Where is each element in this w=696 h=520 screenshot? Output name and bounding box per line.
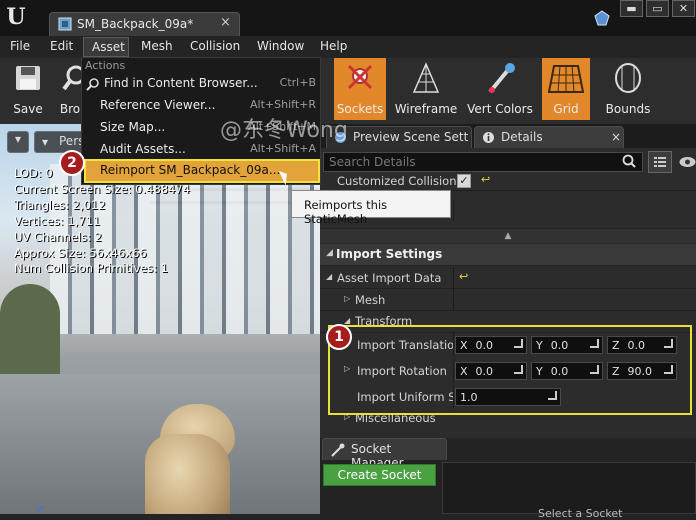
menu-bar: File Edit Asset Mesh Collision Window He… — [0, 36, 696, 58]
wireframe-icon — [412, 62, 440, 93]
maximize-button[interactable]: ▭ — [646, 0, 669, 17]
vert-colors-button[interactable]: Vert Colors — [464, 58, 536, 120]
search-icon[interactable] — [622, 154, 636, 168]
stat-line: Approx Size: 56x46x66 — [14, 245, 147, 260]
bounds-icon — [615, 63, 641, 93]
wireframe-button[interactable]: Wireframe — [394, 58, 458, 120]
title-bar: U SM_Backpack_09a* × ▬ ▭ ✕ — [0, 0, 696, 36]
step-badge-1: 1 — [326, 324, 352, 350]
column-divider — [453, 267, 454, 289]
chevron-down-icon: ▾ — [42, 135, 49, 149]
collapse-advanced-icon[interactable]: ▲ — [320, 229, 696, 243]
grid-label: Grid — [553, 102, 579, 116]
info-icon — [483, 132, 494, 143]
property-label: Mesh — [355, 293, 386, 307]
tab-label: Preview Scene Sett — [353, 130, 469, 144]
reset-to-default-icon[interactable]: ↩ — [459, 270, 468, 283]
menu-item-label: Reference Viewer... — [100, 98, 216, 112]
magnifier-icon — [86, 78, 99, 91]
customized-collision-checkbox[interactable]: ✓ — [457, 174, 471, 188]
browse-label: Bro — [59, 102, 81, 116]
chevron-down-icon: ▾ — [14, 132, 22, 146]
document-tab[interactable]: SM_Backpack_09a* × — [49, 12, 240, 36]
toolbar-right: Sockets Wireframe Vert Colors Grid Bound… — [320, 58, 696, 124]
save-label: Save — [13, 102, 43, 116]
panel-tab-bar: Preview Scene Sett Details × — [320, 124, 696, 148]
customized-collision-row: Customized Collision ✓ ↩ — [320, 171, 696, 191]
import-settings-header[interactable]: ◢ Import Settings — [320, 244, 696, 266]
expand-arrow-icon: ◢ — [326, 248, 333, 258]
menu-help[interactable]: Help — [320, 39, 347, 53]
asset-import-data-row[interactable]: ◢ Asset Import Data ↩ — [320, 267, 696, 289]
menu-item-label: Find in Content Browser... — [104, 76, 258, 90]
backpack-mesh — [145, 434, 230, 514]
menu-section-title: Actions — [85, 59, 126, 72]
property-label: Customized Collision — [337, 174, 457, 188]
menu-file[interactable]: File — [10, 39, 30, 53]
tab-close-icon[interactable]: × — [611, 130, 621, 144]
stat-line: UV Channels: 2 — [14, 229, 102, 244]
sockets-button[interactable]: Sockets — [334, 58, 386, 120]
axis-gizmo-icon: ↗ — [36, 504, 45, 514]
menu-item-find-in-content-browser[interactable]: Find in Content Browser... Ctrl+B — [83, 73, 319, 95]
menu-edit[interactable]: Edit — [50, 39, 73, 53]
toolbar-left: Save Bro — [0, 58, 84, 124]
wireframe-label: Wireframe — [394, 102, 458, 116]
socket-icon — [331, 443, 345, 457]
highlight-box-import-transform — [328, 325, 692, 415]
vert-colors-label: Vert Colors — [467, 102, 533, 116]
menu-collision[interactable]: Collision — [190, 39, 240, 53]
tab-close-icon[interactable]: × — [220, 15, 231, 30]
sockets-icon — [347, 64, 373, 90]
step-badge-2: 2 — [59, 150, 85, 176]
tab-details[interactable]: Details × — [474, 126, 624, 148]
browse-button[interactable]: Bro — [56, 58, 84, 120]
stat-line: Num Collision Primitives: 1 — [14, 261, 169, 276]
save-button[interactable]: Save — [6, 58, 50, 120]
reimport-tooltip: Reimports this StaticMesh — [291, 190, 451, 226]
minimize-button[interactable]: ▬ — [620, 0, 643, 17]
grid-button[interactable]: Grid — [542, 58, 590, 120]
menu-mesh[interactable]: Mesh — [141, 39, 173, 53]
view-options-button[interactable] — [648, 151, 672, 173]
category-label: Import Settings — [336, 247, 443, 261]
reset-to-default-icon[interactable]: ↩ — [481, 173, 490, 186]
column-divider — [453, 201, 454, 221]
expand-arrow-icon: ▷ — [344, 294, 351, 303]
create-socket-button[interactable]: Create Socket — [323, 464, 436, 486]
stat-line: Vertices: 1,711 — [14, 213, 101, 228]
watermark: @东冬Wong — [220, 118, 348, 143]
document-tab-label: SM_Backpack_09a* — [77, 17, 194, 31]
viewport-options-button[interactable]: ▾ — [7, 131, 29, 153]
tab-socket-manager[interactable]: Socket Manager — [322, 438, 447, 470]
unreal-logo-icon[interactable]: U — [4, 5, 28, 29]
column-divider — [453, 289, 454, 311]
floppy-disk-icon — [16, 66, 40, 90]
menu-item-label: Size Map... — [100, 120, 166, 134]
menu-asset[interactable]: Asset — [83, 37, 129, 57]
tab-label: Details — [501, 130, 543, 144]
vert-colors-icon — [488, 63, 515, 94]
bounds-button[interactable]: Bounds — [598, 58, 658, 120]
stat-line: Triangles: 2,012 — [14, 197, 106, 212]
grid-view-icon — [654, 157, 666, 167]
mesh-row[interactable]: ▷ Mesh — [320, 289, 696, 311]
search-details-input[interactable]: Search Details — [323, 152, 643, 172]
menu-item-label: Reimport SM_Backpack_09a... — [100, 163, 281, 177]
static-mesh-icon — [58, 17, 72, 31]
expand-arrow-icon: ◢ — [344, 316, 351, 325]
property-label: Asset Import Data — [337, 271, 442, 285]
menu-item-label: Audit Assets... — [100, 142, 186, 156]
bounds-label: Bounds — [605, 102, 651, 116]
close-window-button[interactable]: ✕ — [672, 0, 695, 17]
menu-item-shortcut: Alt+Shift+R — [250, 98, 316, 111]
grid-icon — [548, 65, 584, 93]
menu-item-shortcut: Ctrl+B — [279, 76, 316, 89]
socket-details-area: Select a Socket — [442, 462, 696, 520]
menu-window[interactable]: Window — [257, 39, 304, 53]
eye-icon[interactable] — [679, 156, 696, 168]
expand-arrow-icon: ◢ — [326, 272, 333, 281]
source-control-icon[interactable] — [594, 10, 610, 26]
tab-preview-scene-settings[interactable]: Preview Scene Sett — [326, 126, 472, 148]
